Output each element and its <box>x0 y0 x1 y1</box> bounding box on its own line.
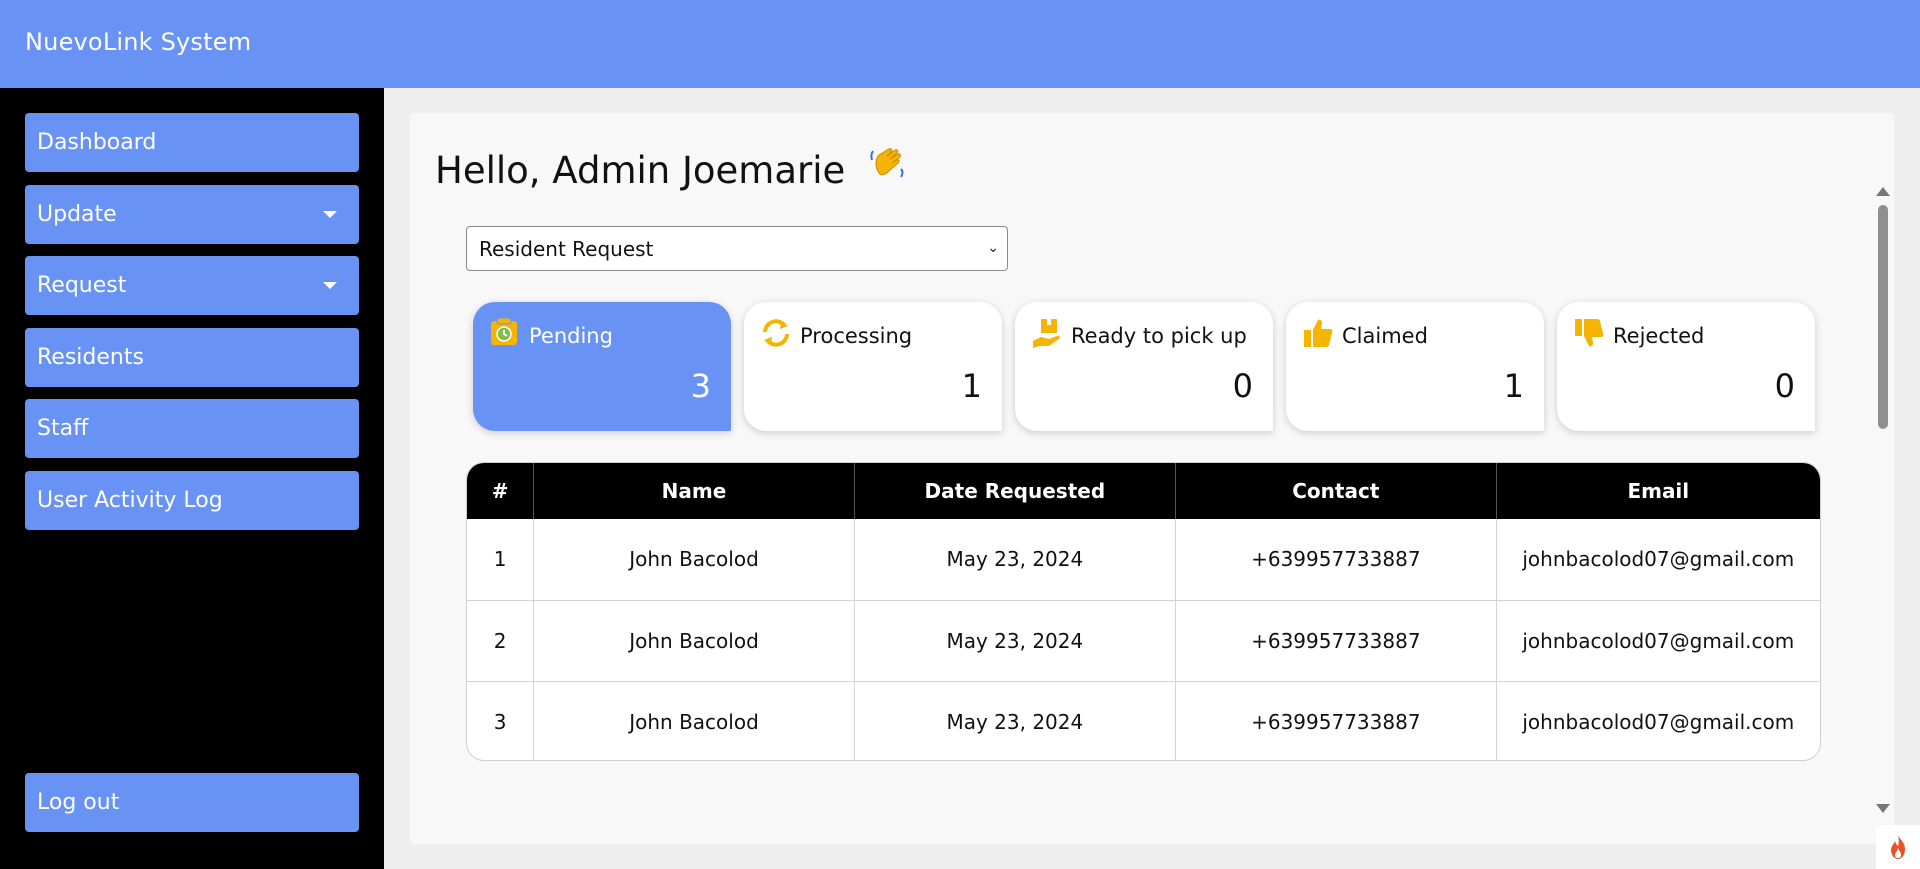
thumbs-up-icon <box>1302 317 1333 347</box>
scroll-up-arrow[interactable] <box>1876 187 1890 196</box>
caret-down-icon <box>323 282 337 289</box>
cell-number: 2 <box>467 600 535 682</box>
column-header-number[interactable]: # <box>467 463 535 519</box>
cell-number: 1 <box>467 519 535 601</box>
cell-name: John Bacolod <box>533 600 855 682</box>
sidebar-item-label: Dashboard <box>37 130 157 155</box>
cell-number: 3 <box>467 681 535 760</box>
waving-hand-icon <box>867 143 907 192</box>
package-hand-icon <box>1031 317 1061 348</box>
thumbs-down-icon <box>1573 317 1604 347</box>
logout-label: Log out <box>37 790 120 815</box>
stat-label: Processing <box>800 324 913 348</box>
caret-down-icon <box>323 211 337 218</box>
scrollbar-thumb[interactable] <box>1878 205 1888 429</box>
table-row[interactable]: 2 John Bacolod May 23, 2024 +63995773388… <box>467 600 1820 682</box>
stat-card-rejected[interactable]: Rejected 0 <box>1557 302 1815 431</box>
flame-icon[interactable] <box>1876 825 1920 869</box>
sidebar-item-residents[interactable]: Residents <box>25 328 359 387</box>
logout-button[interactable]: Log out <box>25 773 359 832</box>
main-content: Hello, Admin Joemarie Resident Request ⌄ <box>384 88 1920 869</box>
sidebar-item-label: Residents <box>37 345 144 370</box>
cell-contact: +639957733887 <box>1175 600 1497 682</box>
stat-count: 0 <box>1232 367 1253 405</box>
column-header-email[interactable]: Email <box>1496 463 1820 519</box>
stat-label: Claimed <box>1342 324 1428 348</box>
table-row[interactable]: 3 John Bacolod May 23, 2024 +63995773388… <box>467 681 1820 760</box>
stat-count: 0 <box>1774 367 1795 405</box>
sidebar-item-label: Staff <box>37 416 89 441</box>
request-type-select[interactable]: Resident Request ⌄ <box>466 226 1008 271</box>
sidebar-item-request[interactable]: Request <box>25 256 359 315</box>
greeting-text: Hello, Admin Joemarie <box>435 149 846 192</box>
stat-count: 1 <box>961 367 982 405</box>
stat-count: 3 <box>690 367 711 405</box>
cell-email: johnbacolod07@gmail.com <box>1496 519 1820 601</box>
cell-date-requested: May 23, 2024 <box>854 519 1177 601</box>
column-header-contact[interactable]: Contact <box>1175 463 1497 519</box>
cell-name: John Bacolod <box>533 519 855 601</box>
app-title: NuevoLink System <box>25 28 252 56</box>
cell-email: johnbacolod07@gmail.com <box>1522 709 1795 734</box>
request-type-value: Resident Request <box>479 236 654 261</box>
column-header-name[interactable]: Name <box>533 463 855 519</box>
stat-card-pending[interactable]: Pending 3 <box>473 302 731 431</box>
stat-card-ready-to-pick-up[interactable]: Ready to pick up 0 <box>1015 302 1273 431</box>
sidebar-item-staff[interactable]: Staff <box>25 399 359 458</box>
table-row[interactable]: 1 John Bacolod May 23, 2024 +63995773388… <box>467 519 1820 601</box>
refresh-icon <box>760 317 790 347</box>
dashboard-card: Hello, Admin Joemarie Resident Request ⌄ <box>410 113 1894 844</box>
cell-date-requested: May 23, 2024 <box>854 600 1177 682</box>
stat-label: Rejected <box>1613 324 1705 348</box>
pending-clock-icon <box>489 317 519 347</box>
top-bar: NuevoLink System <box>0 0 1920 88</box>
stat-label: Pending <box>529 324 613 348</box>
sidebar-item-update[interactable]: Update <box>25 185 359 244</box>
sidebar-item-dashboard[interactable]: Dashboard <box>25 113 359 172</box>
sidebar-item-label: User Activity Log <box>37 488 223 513</box>
stat-count: 1 <box>1503 367 1524 405</box>
chevron-down-icon: ⌄ <box>987 240 999 256</box>
cell-date-requested: May 23, 2024 <box>854 681 1177 760</box>
stat-card-claimed[interactable]: Claimed 1 <box>1286 302 1544 431</box>
sidebar-item-user-activity-log[interactable]: User Activity Log <box>25 471 359 530</box>
cell-contact: +639957733887 <box>1175 681 1497 760</box>
requests-table: # Name Date Requested Contact Email 1 Jo… <box>466 462 1821 761</box>
sidebar: Dashboard Update Request Residents Staff… <box>0 88 384 869</box>
column-header-date-requested[interactable]: Date Requested <box>854 463 1177 519</box>
sidebar-item-label: Request <box>37 273 127 298</box>
greeting-heading: Hello, Admin Joemarie <box>435 143 907 192</box>
cell-email: johnbacolod07@gmail.com <box>1496 600 1820 682</box>
cell-name: John Bacolod <box>533 681 855 760</box>
scroll-down-arrow[interactable] <box>1876 804 1890 813</box>
stat-label: Ready to pick up <box>1071 324 1247 348</box>
stat-card-processing[interactable]: Processing 1 <box>744 302 1002 431</box>
cell-contact: +639957733887 <box>1175 519 1497 601</box>
table-header-row: # Name Date Requested Contact Email <box>467 463 1820 519</box>
sidebar-item-label: Update <box>37 202 117 227</box>
